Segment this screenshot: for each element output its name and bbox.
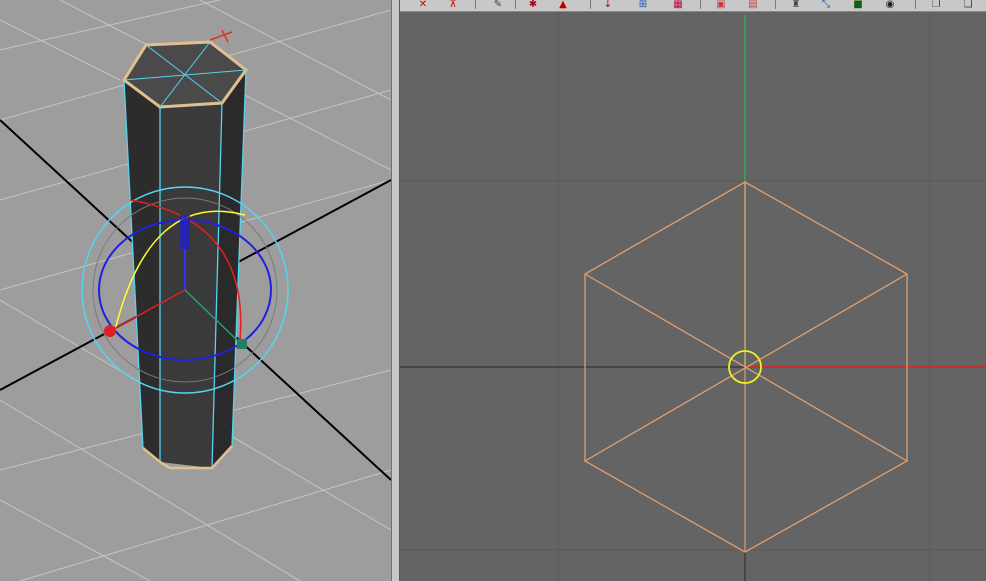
hud-camera-icon[interactable]: ♜ — [788, 0, 804, 10]
perspective-viewport[interactable] — [0, 0, 391, 581]
light-icon[interactable]: ❐ — [928, 0, 944, 10]
x-handle[interactable] — [104, 325, 116, 337]
film-gate-icon[interactable]: ▦ — [670, 0, 686, 10]
shaded-icon[interactable]: ■ — [850, 0, 866, 10]
z-handle[interactable] — [237, 339, 247, 349]
select-camera-icon[interactable]: ▲ — [555, 0, 571, 10]
top-pivot-indicator — [209, 29, 233, 43]
isolate-icon[interactable]: ✱ — [525, 0, 541, 10]
top-canvas[interactable] — [400, 0, 986, 581]
panel-icon[interactable]: ❏ — [960, 0, 976, 10]
paint-brush-icon[interactable]: ✎ — [490, 0, 506, 10]
grid-toggle-icon[interactable]: ⊞ — [635, 0, 651, 10]
y-handle[interactable] — [180, 215, 190, 249]
snap-curve-icon[interactable]: ✕ — [415, 0, 431, 10]
resolution-gate-icon[interactable]: ▣ — [713, 0, 729, 10]
snap-point-icon[interactable]: ⊼ — [445, 0, 461, 10]
panel-toolbar: ✕ ⊼ ✎ ✱ ▲ ↓ ⊞ ▦ ▣ ▤ ♜ ⤡ ■ ◉ ❐ ❏ — [400, 0, 986, 12]
textured-icon[interactable]: ◉ — [882, 0, 898, 10]
xray-icon[interactable]: ⤡ — [818, 0, 834, 10]
top-grid — [400, 0, 986, 581]
safe-action-icon[interactable]: ▤ — [745, 0, 761, 10]
perspective-canvas[interactable] — [0, 0, 391, 581]
joint-icon[interactable]: ↓ — [600, 0, 616, 10]
viewport-divider[interactable] — [391, 0, 400, 581]
top-viewport[interactable] — [400, 0, 986, 581]
